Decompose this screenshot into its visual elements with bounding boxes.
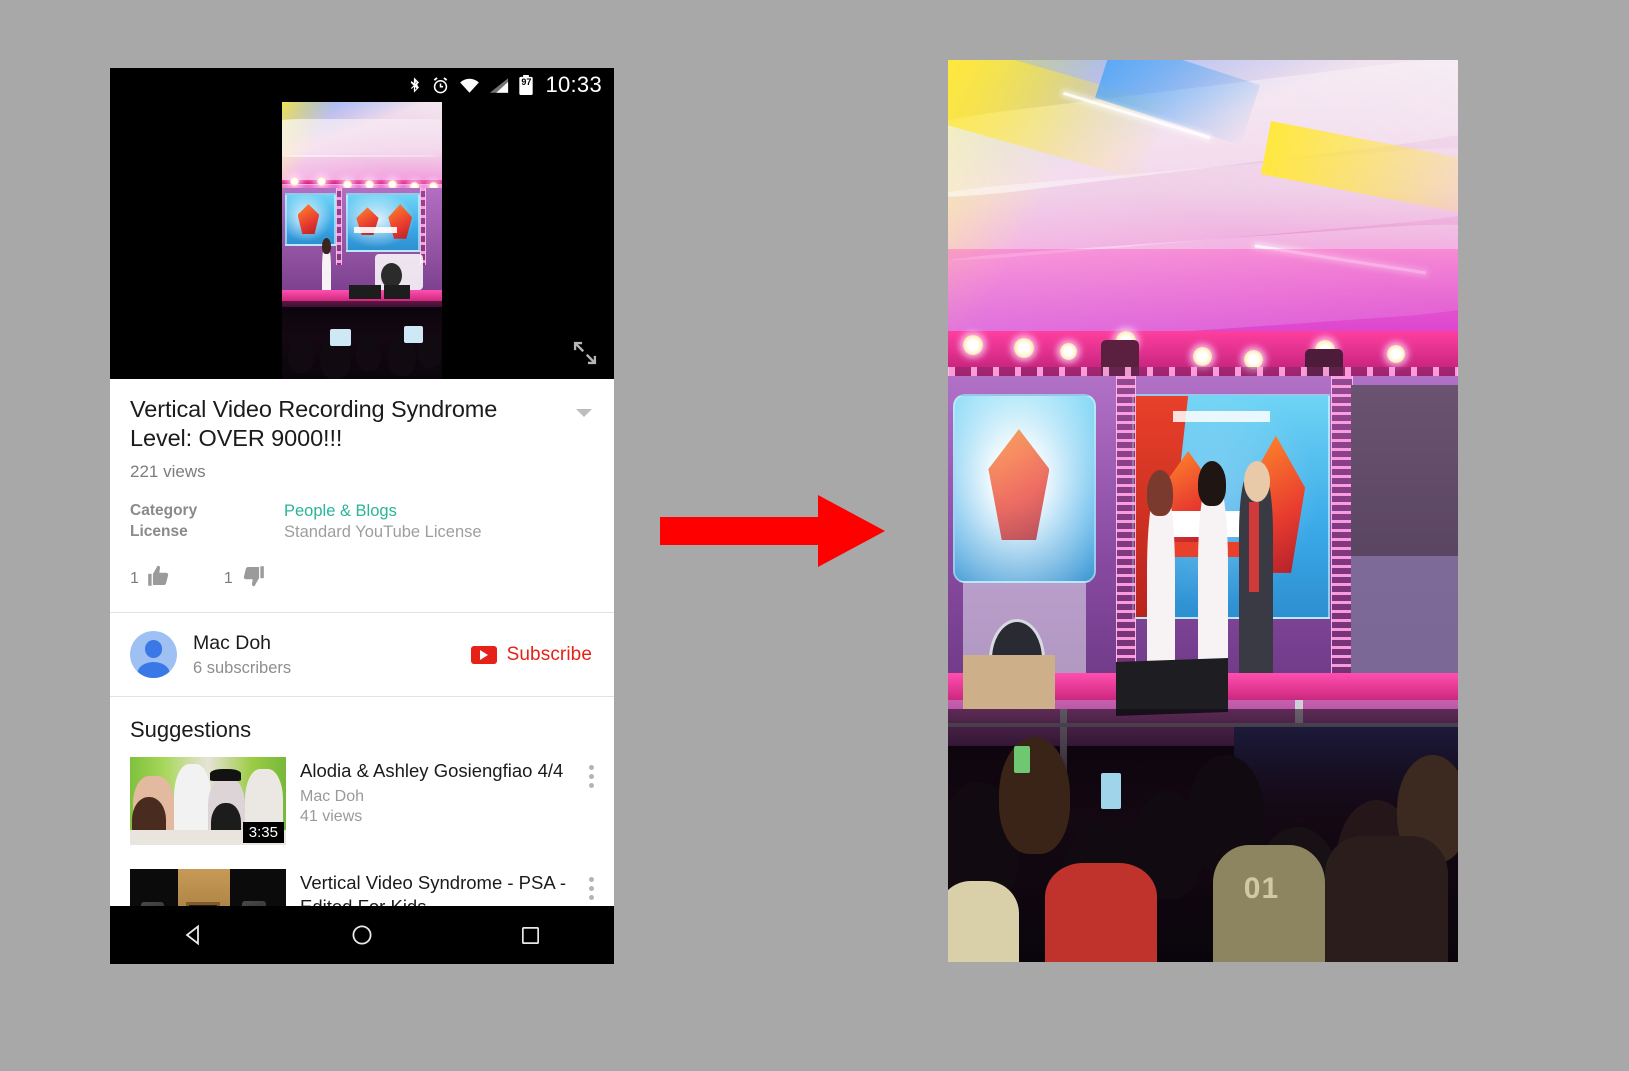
thumbs-up-icon (146, 563, 172, 594)
dislike-button[interactable]: 1 (224, 563, 266, 594)
concert-scene-small (282, 102, 442, 379)
phone-screenshot: 97 10:33 Vertical Video Recording Syndro… (110, 68, 614, 964)
landscape-photo: 01 (948, 60, 1458, 962)
battery-icon: 97 (518, 74, 534, 96)
rating-row: 1 1 (130, 563, 594, 602)
android-navigation-bar (110, 906, 614, 964)
thumbs-down-icon (240, 563, 266, 594)
video-title: Vertical Video Recording Syndrome Level:… (130, 396, 498, 451)
like-button[interactable]: 1 (130, 563, 172, 594)
suggestion-item[interactable]: 3:35 Alodia & Ashley Gosiengfiao 4/4 Mac… (110, 747, 614, 859)
wifi-icon (459, 77, 480, 94)
youtube-play-icon (470, 645, 497, 664)
channel-text: Mac Doh 6 subscribers (193, 632, 291, 678)
video-meta-table: Category People & Blogs License Standard… (130, 502, 594, 542)
default-avatar-icon[interactable] (130, 631, 177, 678)
suggestion-views: 41 views (300, 808, 363, 825)
dislike-count: 1 (223, 569, 233, 587)
suggestion-title: Alodia & Ashley Gosiengfiao 4/4 (300, 760, 564, 781)
chevron-down-icon[interactable] (576, 409, 592, 417)
meta-key-license: License (130, 523, 188, 540)
meta-key-category: Category (130, 502, 198, 519)
meta-value-license: Standard YouTube License (284, 523, 482, 541)
vertical-video-frame (282, 102, 442, 379)
video-details-sheet: Vertical Video Recording Syndrome Level:… (110, 379, 614, 964)
back-triangle-icon[interactable] (181, 922, 208, 949)
home-circle-icon[interactable] (349, 922, 376, 949)
video-player[interactable] (110, 102, 614, 379)
signal-icon (489, 77, 509, 94)
like-count: 1 (130, 569, 139, 587)
video-info-card[interactable]: Vertical Video Recording Syndrome Level:… (110, 379, 614, 612)
suggestion-channel: Mac Doh (300, 788, 365, 805)
channel-name: Mac Doh (193, 631, 272, 654)
suggestions-heading: Suggestions (130, 717, 252, 742)
jersey-number: 01 (1243, 871, 1280, 905)
suggestion-thumbnail[interactable]: 3:35 (130, 757, 286, 845)
channel-row[interactable]: Mac Doh 6 subscribers Subscribe (110, 613, 614, 696)
status-bar: 97 10:33 (110, 68, 614, 102)
channel-subscriber-count: 6 subscribers (193, 658, 292, 677)
recents-square-icon[interactable] (517, 922, 544, 949)
alarm-icon (431, 76, 450, 95)
status-bar-clock: 10:33 (545, 72, 602, 97)
subscribe-label: Subscribe (506, 643, 592, 665)
concert-scene-large: 01 (948, 60, 1458, 962)
battery-level: 97 (521, 76, 532, 87)
kebab-menu-icon[interactable] (589, 877, 594, 904)
fullscreen-expand-icon[interactable] (571, 339, 599, 367)
suggestion-text: Alodia & Ashley Gosiengfiao 4/4 Mac Doh … (300, 757, 594, 826)
bluetooth-icon (407, 75, 422, 95)
video-view-count: 221 views (130, 462, 206, 481)
kebab-menu-icon[interactable] (589, 765, 594, 792)
right-arrow-icon (660, 495, 885, 572)
meta-value-category[interactable]: People & Blogs (284, 502, 594, 521)
video-duration: 3:35 (242, 822, 284, 843)
subscribe-button[interactable]: Subscribe (469, 640, 594, 670)
screenshot-canvas: 97 10:33 Vertical Video Recording Syndro… (0, 0, 1629, 1071)
